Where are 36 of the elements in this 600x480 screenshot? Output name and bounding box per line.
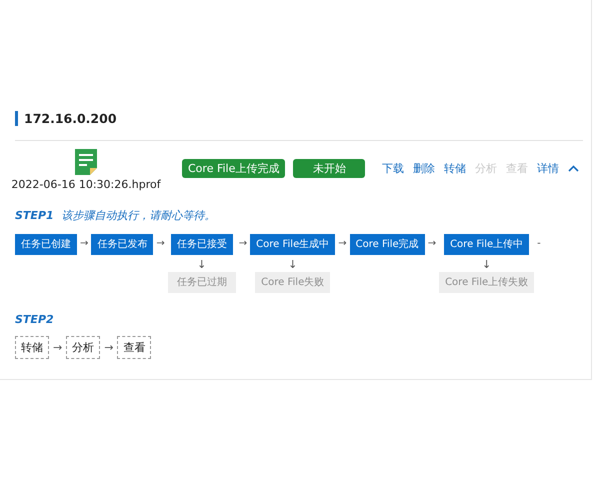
step-box: 任务已接受 — [170, 234, 233, 255]
flow-arrow: - — [537, 238, 541, 249]
flow-arrow: → — [80, 238, 88, 249]
step-title: STEP2 — [15, 313, 54, 326]
host-title: 172.16.0.200 — [15, 111, 117, 126]
step-hint: 该步骤自动执行，请耐心等待。 — [62, 208, 216, 223]
document-icon — [75, 149, 97, 175]
flow-arrow: → — [428, 238, 436, 249]
down-arrow: ↓ — [288, 257, 298, 272]
step-box: 任务已发布 — [91, 234, 154, 255]
failed-step-box: 任务已过期 — [168, 272, 236, 293]
down-arrow: ↓ — [482, 257, 492, 272]
step-box: 转储 — [15, 336, 49, 359]
action-link[interactable]: 删除 — [413, 161, 435, 176]
step-box: Core File完成 — [350, 234, 425, 255]
step-box: 分析 — [66, 336, 100, 359]
step-box: 任务已创建 — [15, 234, 77, 255]
down-arrow: ↓ — [197, 257, 206, 272]
step-box: Core File生成中 — [250, 234, 336, 255]
file-name: 2022-06-16 10:30:26.hprof — [11, 178, 161, 191]
flow-arrow: → — [238, 238, 248, 249]
chevron-up-icon[interactable] — [568, 165, 579, 172]
step-box: Core File上传中 — [444, 234, 530, 255]
action-link[interactable]: 下载 — [382, 161, 404, 176]
failed-step-box: Core File上传失败 — [439, 272, 534, 293]
status-badge: Core File上传完成 — [182, 159, 286, 178]
flow-arrow: → — [156, 238, 165, 249]
step-box: 查看 — [117, 336, 152, 359]
failed-step-box: Core File失败 — [255, 272, 330, 293]
status-badge: 未开始 — [293, 159, 366, 178]
flow-arrow: → — [104, 341, 114, 354]
flow-arrow: → — [53, 341, 62, 354]
flow-arrow: → — [338, 238, 347, 249]
step-title: STEP1 — [15, 209, 54, 222]
action-link[interactable]: 详情 — [537, 161, 559, 176]
action-link[interactable]: 转储 — [444, 161, 466, 176]
